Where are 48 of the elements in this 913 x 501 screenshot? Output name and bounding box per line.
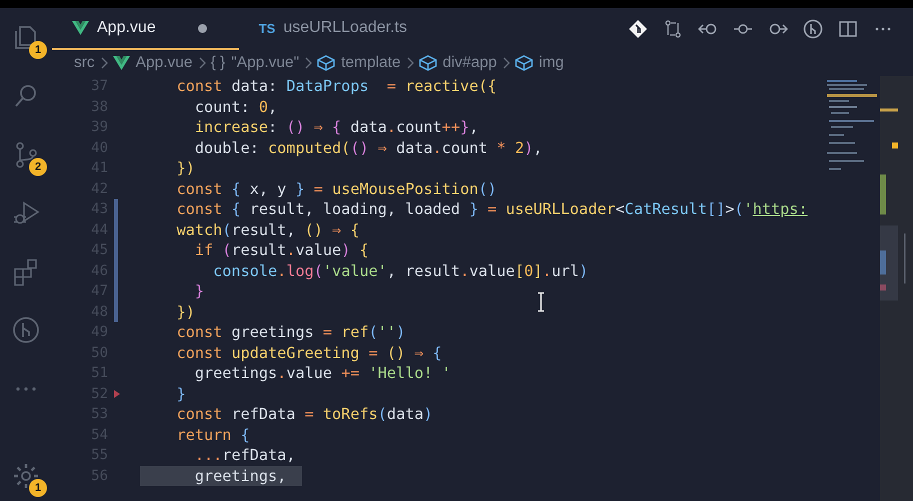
cube-icon (514, 55, 533, 71)
cube-icon (317, 55, 336, 71)
code-line: }) (176, 158, 195, 178)
code-line: const { x, y } = useMousePosition() (176, 178, 497, 199)
code-line: ...refData, (194, 445, 296, 466)
breadcrumb-item[interactable]: img (538, 54, 564, 72)
code-line: } (176, 384, 186, 404)
chevron-icon (198, 57, 206, 69)
code-line: const greetings = ref('') (176, 322, 406, 342)
cube-icon (418, 55, 437, 71)
branch-circle-icon[interactable] (803, 19, 823, 39)
code-line: }) (176, 302, 195, 322)
chevron-icon (406, 57, 414, 69)
vue-logo-icon (112, 56, 130, 70)
breadcrumb-item[interactable]: "App.vue" (231, 54, 300, 72)
breadcrumb-item[interactable]: div#app (442, 54, 497, 72)
code-line: count: 0, (194, 96, 278, 117)
code-line: } (194, 281, 204, 302)
diamond-icon[interactable] (628, 19, 648, 39)
count-badge: 2 (29, 158, 47, 176)
split-editor-icon[interactable] (838, 19, 858, 39)
code-line: console.log('value', result.value[0].url) (212, 260, 588, 281)
code-line: watch(result, () ⇒ { (176, 220, 360, 240)
code-line: double: computed(() ⇒ data.count * 2), (194, 138, 542, 158)
code-line: return { (176, 424, 250, 445)
code-line: const updateGreeting = () ⇒ { (176, 342, 442, 363)
code-line: const refData = toRefs(data) (176, 404, 433, 424)
compare-icon[interactable] (663, 19, 683, 39)
braces-icon: { } (210, 54, 226, 72)
code-line: const data: DataProps = reactive({ (176, 76, 497, 96)
chevron-icon (304, 57, 312, 69)
vue-logo-icon (72, 21, 89, 35)
branch-circle-icon[interactable] (11, 315, 41, 346)
code-line: if (result.value) { (194, 240, 369, 260)
code-line: const { result, loading, loaded } = useURLLoader<CatResult[]>('https: (176, 199, 808, 220)
code-line: greetings.value += 'Hello! ' (194, 363, 451, 384)
code-line: increase: () ⇒ { data.count++}, (194, 117, 478, 138)
count-badge: 1 (29, 40, 47, 59)
breadcrumb-item[interactable]: App.vue (136, 54, 193, 72)
text-cursor-icon (536, 292, 546, 312)
chevron-icon (502, 57, 510, 69)
editor-tab[interactable]: TS useURLLoader.ts (238, 8, 425, 50)
editor-tab[interactable]: App.vue (52, 8, 239, 50)
breadcrumb-item[interactable]: template (341, 54, 401, 72)
breadcrumb-item[interactable]: src (74, 54, 95, 72)
ts-file-icon: TS (258, 20, 276, 36)
chevron-icon (100, 57, 108, 69)
count-badge: 1 (29, 479, 47, 497)
